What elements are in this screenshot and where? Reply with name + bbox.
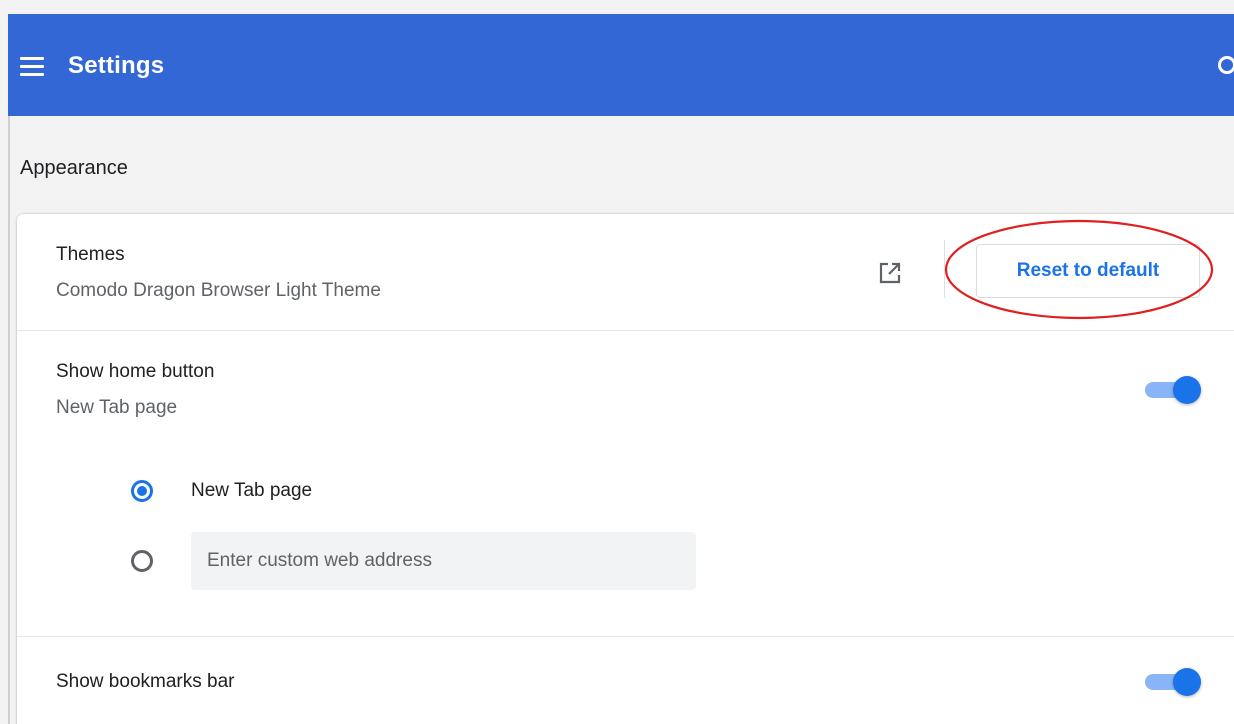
hamburger-menu-icon[interactable] (18, 54, 48, 78)
row-separator (17, 330, 1234, 331)
show-bookmarks-bar-label: Show bookmarks bar (56, 671, 235, 692)
show-home-button-label: Show home button (56, 361, 215, 382)
radio-new-tab-page-label: New Tab page (191, 480, 313, 501)
themes-value: Comodo Dragon Browser Light Theme (56, 280, 381, 301)
custom-web-address-input[interactable] (191, 532, 696, 590)
themes-label: Themes (56, 244, 125, 265)
radio-new-tab-page[interactable] (131, 480, 153, 502)
settings-window: Settings Appearance Themes Comodo Dragon… (0, 0, 1234, 724)
search-icon[interactable] (1216, 54, 1234, 78)
window-border (8, 116, 10, 724)
radio-custom-address[interactable] (131, 550, 153, 572)
top-app-bar: Settings (8, 14, 1234, 116)
page-title: Settings (68, 52, 165, 79)
show-bookmarks-bar-toggle[interactable] (1145, 666, 1201, 696)
show-home-button-value: New Tab page (56, 397, 178, 418)
section-title-appearance: Appearance (20, 157, 128, 179)
external-link-icon[interactable] (875, 258, 905, 288)
row-separator (17, 636, 1234, 637)
reset-to-default-button[interactable]: Reset to default (976, 244, 1200, 298)
show-home-button-toggle[interactable] (1145, 374, 1201, 404)
row-divider (944, 240, 945, 298)
